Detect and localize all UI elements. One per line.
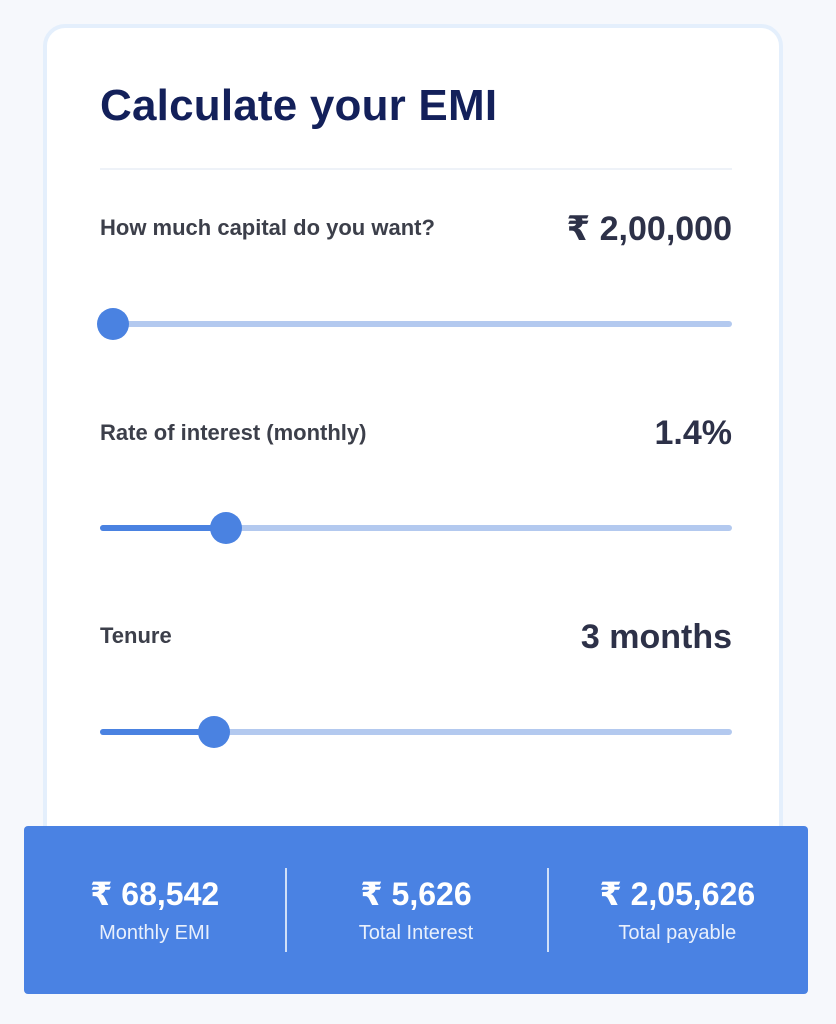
interest-label: Rate of interest (monthly) <box>100 420 367 445</box>
emi-calculator: Calculate your EMI How much capital do y… <box>0 0 836 1024</box>
tenure-label: Tenure <box>100 623 172 648</box>
capital-slider-track[interactable] <box>100 321 732 327</box>
total-interest-stat: ₹ 5,626 Total Interest <box>285 826 546 994</box>
capital-value: ₹ 2,00,000 <box>566 210 732 248</box>
capital-slider-thumb[interactable] <box>96 308 129 340</box>
calculator-card <box>43 24 783 904</box>
interest-slider-fill <box>100 525 227 531</box>
interest-value: 1.4% <box>654 414 733 452</box>
capital-label: How much capital do you want? <box>100 215 435 240</box>
total-interest-value: ₹ 5,626 <box>360 876 472 912</box>
tenure-slider-fill <box>100 729 214 735</box>
tenure-value: 3 months <box>580 618 732 656</box>
interest-slider[interactable] <box>100 512 732 546</box>
capital-slider[interactable] <box>96 308 732 342</box>
interest-slider-thumb[interactable] <box>210 512 243 544</box>
monthly-emi-value: ₹ 68,542 <box>90 876 220 912</box>
emi-summary-panel: ₹ 68,542 Monthly EMI ₹ 5,626 Total Inter… <box>24 826 808 994</box>
monthly-emi-stat: ₹ 68,542 Monthly EMI <box>24 826 285 994</box>
total-payable-label: Total payable <box>618 922 737 944</box>
monthly-emi-label: Monthly EMI <box>99 922 211 944</box>
page-title: Calculate your EMI <box>100 81 498 130</box>
tenure-slider-thumb[interactable] <box>197 716 230 748</box>
total-payable-value: ₹ 2,05,626 <box>599 876 756 912</box>
tenure-slider[interactable] <box>100 716 732 750</box>
total-payable-stat: ₹ 2,05,626 Total payable <box>546 826 808 994</box>
title-divider <box>100 168 732 170</box>
total-interest-label: Total Interest <box>358 922 474 944</box>
